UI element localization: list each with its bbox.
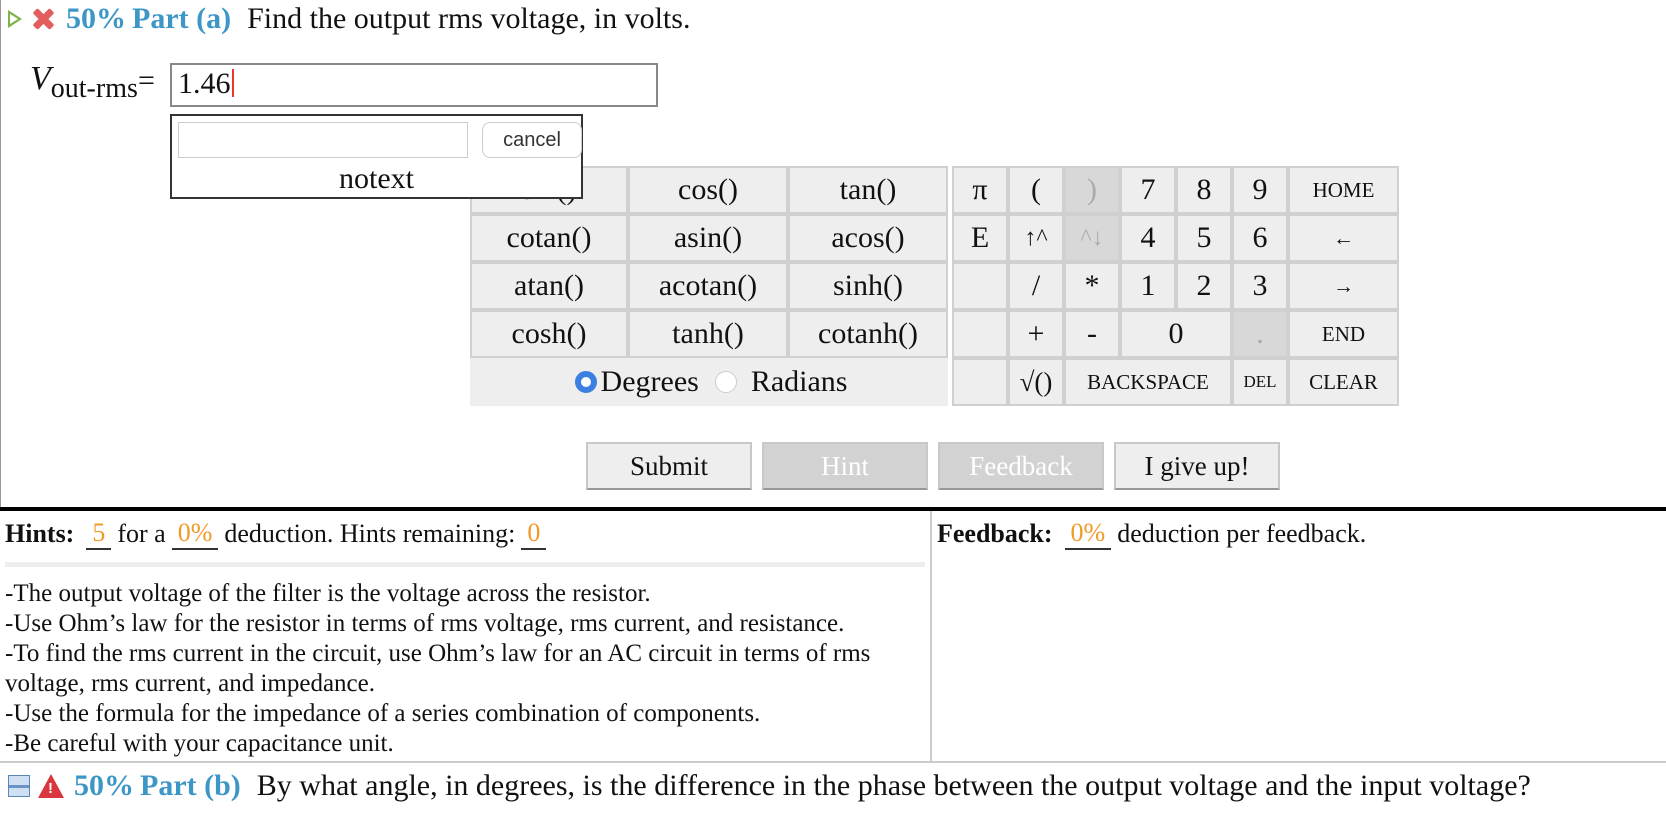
radians-radio[interactable] — [714, 371, 737, 393]
hint-item: -The output voltage of the filter is the… — [5, 580, 651, 607]
feedback-button[interactable]: Feedback — [938, 442, 1104, 490]
incorrect-x-icon — [30, 6, 56, 32]
key-right-arrow[interactable]: → — [1288, 262, 1399, 310]
part-a-header: 50% Part (a) Find the output rms voltage… — [8, 0, 690, 38]
key-minus[interactable]: - — [1064, 310, 1120, 358]
part-b-percent: 50% — [74, 769, 134, 802]
key-backspace[interactable]: BACKSPACE — [1064, 358, 1232, 406]
key-sinh[interactable]: sinh() — [788, 262, 948, 310]
key-up[interactable]: ↑^ — [1008, 214, 1064, 262]
key-blank-3 — [952, 358, 1008, 406]
degrees-label: Degrees — [600, 365, 699, 398]
hint-list: -The output voltage of the filter is the… — [5, 579, 929, 759]
var-main: V — [30, 60, 51, 97]
hints-summary: Hints: 5 for a 0% deduction. Hints remai… — [5, 512, 929, 556]
collapse-square-icon[interactable] — [8, 775, 30, 797]
key-cotan[interactable]: cotan() — [470, 214, 628, 262]
notext-label: notext — [339, 162, 414, 195]
key-2[interactable]: 2 — [1176, 262, 1232, 310]
bottom-divider — [0, 761, 1666, 763]
key-clear[interactable]: CLEAR — [1288, 358, 1399, 406]
angle-unit-selector: Degrees Radians — [470, 358, 948, 406]
key-tan[interactable]: tan() — [788, 166, 948, 214]
key-end[interactable]: END — [1288, 310, 1399, 358]
equals-sign: = — [138, 64, 155, 97]
key-pi[interactable]: π — [952, 166, 1008, 214]
hints-label: Hints: — [5, 519, 75, 548]
hint-item: -Be careful with your capacitance unit. — [5, 730, 394, 757]
key-4[interactable]: 4 — [1120, 214, 1176, 262]
hints-for-a: for a — [117, 519, 166, 548]
key-blank-2 — [952, 310, 1008, 358]
key-8[interactable]: 8 — [1176, 166, 1232, 214]
key-acotan[interactable]: acotan() — [628, 262, 788, 310]
var-subscript: out-rms — [50, 72, 138, 104]
feedback-deduction: 0% — [1064, 518, 1112, 550]
hint-item: -Use Ohm’s law for the resistor in terms… — [5, 610, 845, 637]
section-divider — [0, 507, 1666, 511]
key-del[interactable]: DEL — [1232, 358, 1288, 406]
warning-icon: ! — [38, 774, 64, 798]
answer-value: 1.46 — [178, 67, 231, 100]
key-cotanh[interactable]: cotanh() — [788, 310, 948, 358]
key-atan[interactable]: atan() — [470, 262, 628, 310]
radians-label: Radians — [750, 365, 848, 398]
key-9[interactable]: 9 — [1232, 166, 1288, 214]
answer-variable: Vout-rms — [30, 60, 138, 105]
key-star[interactable]: * — [1064, 262, 1120, 310]
panel-separator — [930, 511, 932, 762]
degrees-radio[interactable] — [574, 371, 597, 393]
hint-button[interactable]: Hint — [762, 442, 928, 490]
key-cos[interactable]: cos() — [628, 166, 788, 214]
key-5[interactable]: 5 — [1176, 214, 1232, 262]
key-left-arrow[interactable]: ← — [1288, 214, 1399, 262]
hints-remaining: 0 — [521, 518, 547, 550]
key-down[interactable]: ^↓ — [1064, 214, 1120, 262]
autocomplete-popup: cancel notext — [170, 114, 583, 199]
hints-deduction: 0% — [171, 518, 219, 550]
cancel-button[interactable]: cancel — [482, 122, 582, 158]
feedback-summary: Feedback: 0% deduction per feedback. — [937, 512, 1366, 556]
part-a-label: Part (a) — [132, 2, 232, 35]
part-b-header: ! 50% Part (b) By what angle, in degrees… — [8, 766, 1531, 806]
popup-input[interactable] — [178, 122, 468, 158]
hints-count: 5 — [86, 518, 112, 550]
key-close-paren[interactable]: ) — [1064, 166, 1120, 214]
key-open-paren[interactable]: ( — [1008, 166, 1064, 214]
key-home[interactable]: HOME — [1288, 166, 1399, 214]
expand-triangle-icon[interactable] — [8, 10, 22, 28]
hint-item: -To find the rms current in the circuit,… — [5, 640, 871, 697]
key-sqrt[interactable]: √() — [1008, 358, 1064, 406]
key-1[interactable]: 1 — [1120, 262, 1176, 310]
key-blank-1 — [952, 262, 1008, 310]
hints-separator — [5, 562, 925, 567]
key-slash[interactable]: / — [1008, 262, 1064, 310]
key-asin[interactable]: asin() — [628, 214, 788, 262]
feedback-label: Feedback: — [937, 519, 1053, 548]
key-tanh[interactable]: tanh() — [628, 310, 788, 358]
hints-panel: Hints: 5 for a 0% deduction. Hints remai… — [5, 512, 929, 762]
part-b-question: By what angle, in degrees, is the differ… — [256, 769, 1531, 802]
key-3[interactable]: 3 — [1232, 262, 1288, 310]
key-plus[interactable]: + — [1008, 310, 1064, 358]
feedback-panel: Feedback: 0% deduction per feedback. — [937, 512, 1366, 556]
answer-input[interactable]: 1.46 — [170, 63, 658, 107]
hint-item: -Use the formula for the impedance of a … — [5, 700, 761, 727]
text-caret — [231, 69, 234, 97]
part-b-label: Part (b) — [140, 769, 241, 802]
key-7[interactable]: 7 — [1120, 166, 1176, 214]
give-up-button[interactable]: I give up! — [1114, 442, 1280, 490]
part-a-percent: 50% — [66, 2, 126, 35]
panel-left-border — [0, 0, 1, 507]
key-dot[interactable]: . — [1232, 310, 1288, 358]
submit-button[interactable]: Submit — [586, 442, 752, 490]
hints-remaining-text: deduction. Hints remaining: — [224, 519, 516, 548]
part-a-question: Find the output rms voltage, in volts. — [247, 2, 691, 35]
key-e[interactable]: E — [952, 214, 1008, 262]
key-6[interactable]: 6 — [1232, 214, 1288, 262]
key-cosh[interactable]: cosh() — [470, 310, 628, 358]
key-acos[interactable]: acos() — [788, 214, 948, 262]
key-0[interactable]: 0 — [1120, 310, 1232, 358]
feedback-text: deduction per feedback. — [1117, 519, 1367, 548]
